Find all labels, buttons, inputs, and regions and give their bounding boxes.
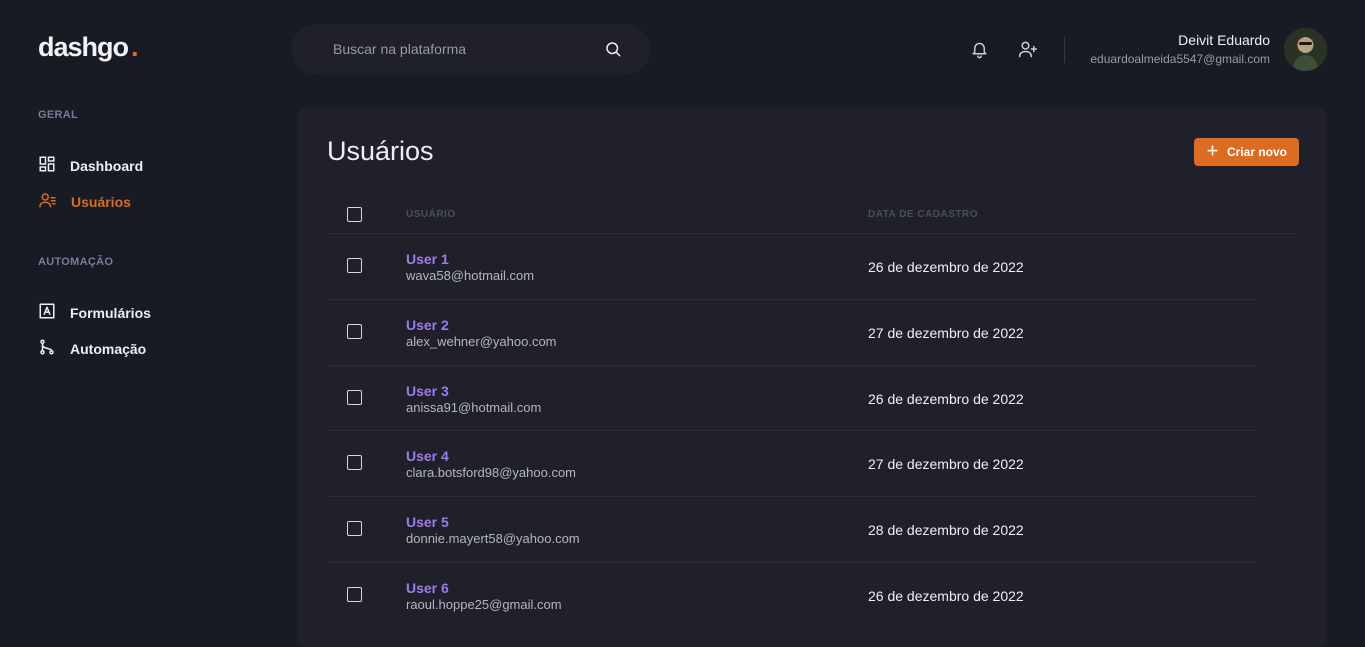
user-date: 26 de dezembro de 2022 [868,259,1024,275]
users-panel: Usuários Criar novo USUÁRIO DATA DE CADA… [297,107,1327,647]
plus-icon [1206,144,1219,160]
table-row[interactable]: User 5 donnie.mayert58@yahoo.com 28 de d… [327,497,1257,562]
sidebar-section-title-automacao: AUTOMAÇÃO [38,256,114,268]
table-row[interactable]: User 1 wava58@hotmail.com 26 de dezembro… [327,234,1257,299]
add-user-icon[interactable] [1018,39,1038,64]
avatar[interactable] [1284,28,1327,71]
page-title: Usuários [327,136,434,166]
table-row[interactable]: User 3 anissa91@hotmail.com 26 de dezemb… [327,366,1257,431]
user-date: 27 de dezembro de 2022 [868,456,1024,472]
row-checkbox[interactable] [347,258,362,273]
user-email: anissa91@hotmail.com [406,400,542,415]
user-name[interactable]: User 5 [406,514,449,530]
user-email: donnie.mayert58@yahoo.com [406,531,580,546]
user-name[interactable]: User 4 [406,448,449,464]
logo-text: dashgo [38,32,129,62]
sidebar-section-title-geral: GERAL [38,109,78,121]
search-input[interactable] [333,39,583,59]
sidebar-item-label: Formulários [70,304,151,321]
user-date: 26 de dezembro de 2022 [868,391,1024,407]
user-email: wava58@hotmail.com [406,268,535,283]
search-bar[interactable] [291,24,651,75]
profile-name: Deivit Eduardo [1178,32,1270,48]
table-row[interactable]: User 2 alex_wehner@yahoo.com 27 de dezem… [327,300,1257,365]
row-checkbox[interactable] [347,455,362,470]
user-name[interactable]: User 3 [406,383,449,399]
row-checkbox[interactable] [347,587,362,602]
create-new-button[interactable]: Criar novo [1194,138,1299,166]
table-row[interactable]: User 4 clara.botsford98@yahoo.com 27 de … [327,431,1257,496]
sidebar-item-dashboard[interactable]: Dashboard [38,155,143,176]
sidebar-item-label: Dashboard [70,157,144,174]
app-logo: dashgo. [38,32,138,63]
create-new-label: Criar novo [1226,145,1287,159]
profile-email: eduardoalmeida5547@gmail.com [1090,52,1270,66]
sidebar-item-automacao[interactable]: Automação [38,338,146,359]
form-icon [38,302,56,323]
user-date: 28 de dezembro de 2022 [868,522,1024,538]
logo-dot: . [131,32,138,62]
bell-icon[interactable] [970,39,989,64]
users-icon [38,191,57,212]
user-name[interactable]: User 6 [406,580,449,596]
header-divider [1064,37,1065,63]
column-header-user: USUÁRIO [406,209,456,220]
row-checkbox[interactable] [347,324,362,339]
search-icon[interactable] [604,40,622,63]
row-checkbox[interactable] [347,521,362,536]
table-row[interactable]: User 6 raoul.hoppe25@gmail.com 26 de dez… [327,563,1257,628]
sidebar-item-formularios[interactable]: Formulários [38,302,151,323]
select-all-checkbox[interactable] [347,207,362,222]
sidebar-item-label: Automação [70,340,147,357]
user-email: raoul.hoppe25@gmail.com [406,597,562,612]
sidebar-item-label: Usuários [71,193,131,210]
column-header-date: DATA DE CADASTRO [868,209,979,220]
user-date: 26 de dezembro de 2022 [868,588,1024,604]
user-name[interactable]: User 1 [406,251,449,267]
git-branch-icon [38,338,56,359]
sidebar-item-usuarios[interactable]: Usuários [38,191,131,212]
row-checkbox[interactable] [347,390,362,405]
user-name[interactable]: User 2 [406,317,449,333]
user-date: 27 de dezembro de 2022 [868,325,1024,341]
user-email: alex_wehner@yahoo.com [406,334,557,349]
user-email: clara.botsford98@yahoo.com [406,465,577,480]
dashboard-icon [38,155,56,176]
